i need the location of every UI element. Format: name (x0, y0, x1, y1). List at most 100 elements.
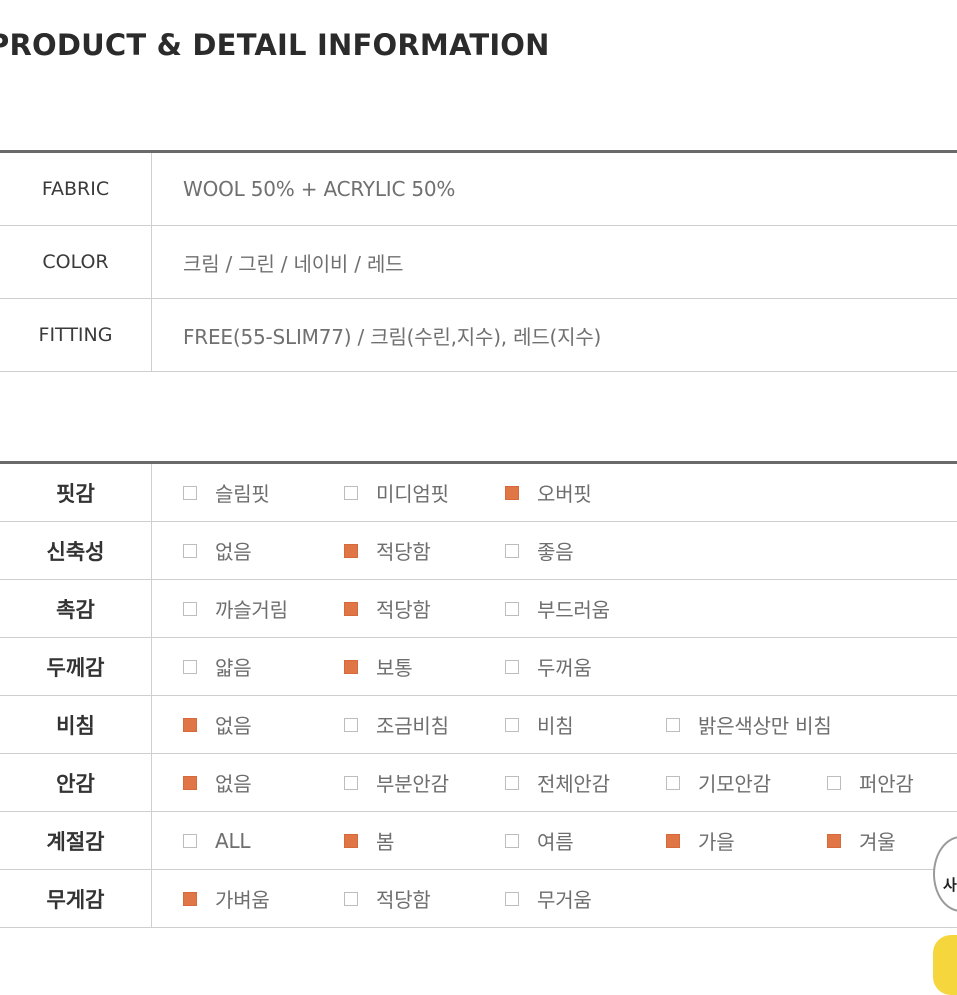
spec-option-label: 좋음 (537, 536, 573, 565)
spec-options: 없음 조금비침 비침 밝은색상만 비침 (152, 696, 957, 754)
spec-option: 가을 (666, 826, 827, 855)
spec-options: 얇음 보통 두꺼움 (152, 638, 957, 696)
spec-option-label: 부드러움 (537, 594, 610, 623)
spec-option: 슬림핏 (183, 478, 344, 507)
spec-option-label: 까슬거림 (215, 594, 288, 623)
checked-box-icon (344, 660, 358, 674)
spec-label: 촉감 (0, 580, 152, 638)
spec-option-label: 가벼움 (215, 884, 270, 913)
spec-option: 여름 (505, 826, 666, 855)
spec-option-label: 밝은색상만 비침 (698, 710, 832, 739)
spec-option-label: 기모안감 (698, 768, 771, 797)
spec-option: 없음 (183, 710, 344, 739)
spec-option: 기모안감 (666, 768, 827, 797)
floating-chat-label: 사 (943, 874, 957, 895)
info-row-color: COLOR크림 / 그린 / 네이비 / 레드 (0, 226, 957, 299)
checked-box-icon (183, 892, 197, 906)
unchecked-box-icon (183, 544, 197, 558)
spec-option: 조금비침 (344, 710, 505, 739)
unchecked-box-icon (344, 892, 358, 906)
unchecked-box-icon (666, 718, 680, 732)
spec-option-label: 미디엄핏 (376, 478, 449, 507)
unchecked-box-icon (666, 776, 680, 790)
spec-option: 두꺼움 (505, 652, 666, 681)
spec-options: 슬림핏 미디엄핏 오버핏 (152, 463, 957, 522)
unchecked-box-icon (505, 660, 519, 674)
unchecked-box-icon (183, 834, 197, 848)
spec-option-label: 봄 (376, 826, 394, 855)
spec-option-label: 두꺼움 (537, 652, 592, 681)
spec-row: 무게감가벼움적당함무거움 (0, 870, 957, 928)
info-label: COLOR (0, 226, 152, 299)
checked-box-icon (183, 776, 197, 790)
spec-label: 안감 (0, 754, 152, 812)
spec-row: 두께감 얇음 보통 두꺼움 (0, 638, 957, 696)
spec-label: 두께감 (0, 638, 152, 696)
checked-box-icon (505, 486, 519, 500)
unchecked-box-icon (505, 892, 519, 906)
spec-option: 무거움 (505, 884, 666, 913)
spec-option-label: 가을 (698, 826, 734, 855)
info-label: FABRIC (0, 152, 152, 226)
spec-option: 밝은색상만 비침 (666, 710, 827, 739)
unchecked-box-icon (827, 776, 841, 790)
spec-option: 부드러움 (505, 594, 666, 623)
spec-option-label: 적당함 (376, 884, 431, 913)
spec-option: 적당함 (344, 536, 505, 565)
spec-row: 비침 없음 조금비침 비침 밝은색상만 비침 (0, 696, 957, 754)
spec-option-label: 얇음 (215, 652, 251, 681)
detail-spec-table: 핏감슬림핏미디엄핏오버핏신축성없음적당함좋음촉감까슬거림적당함부드러움두께감얇음… (0, 461, 957, 928)
spec-label: 신축성 (0, 522, 152, 580)
spec-label: 핏감 (0, 463, 152, 522)
spec-option-label: 여름 (537, 826, 573, 855)
checked-box-icon (183, 718, 197, 732)
spec-option: 까슬거림 (183, 594, 344, 623)
spec-option: 좋음 (505, 536, 666, 565)
spec-row: 핏감 슬림핏 미디엄핏 오버핏 (0, 463, 957, 522)
spec-option-label: 슬림핏 (215, 478, 270, 507)
spec-option-label: 없음 (215, 536, 251, 565)
unchecked-box-icon (183, 486, 197, 500)
spec-option-label: 전체안감 (537, 768, 610, 797)
spec-option-label: 비침 (537, 710, 573, 739)
spec-option: 퍼안감 (827, 768, 957, 797)
spec-option: 전체안감 (505, 768, 666, 797)
page-title: PRODUCT & DETAIL INFORMATION (0, 28, 550, 62)
spec-option-label: 부분안감 (376, 768, 449, 797)
spec-option: 부분안감 (344, 768, 505, 797)
spec-option-label: 조금비침 (376, 710, 449, 739)
spec-option-label: 보통 (376, 652, 412, 681)
spec-option-label: 적당함 (376, 536, 431, 565)
spec-option: 없음 (183, 768, 344, 797)
unchecked-box-icon (505, 544, 519, 558)
spec-row: 계절감ALL봄여름가을겨울 (0, 812, 957, 870)
unchecked-box-icon (505, 718, 519, 732)
spec-option-label: 퍼안감 (859, 768, 914, 797)
checked-box-icon (344, 602, 358, 616)
spec-options: 없음 적당함 좋음 (152, 522, 957, 580)
spec-option: 적당함 (344, 884, 505, 913)
spec-option: 적당함 (344, 594, 505, 623)
spec-option-label: 없음 (215, 710, 251, 739)
spec-option-label: 없음 (215, 768, 251, 797)
unchecked-box-icon (183, 660, 197, 674)
spec-label: 비침 (0, 696, 152, 754)
spec-option: 오버핏 (505, 478, 666, 507)
unchecked-box-icon (344, 776, 358, 790)
spec-option: 보통 (344, 652, 505, 681)
checked-box-icon (344, 544, 358, 558)
floating-kakao-button[interactable] (933, 935, 957, 995)
spec-row: 촉감 까슬거림 적당함 부드러움 (0, 580, 957, 638)
info-label: FITTING (0, 299, 152, 372)
unchecked-box-icon (505, 834, 519, 848)
checked-box-icon (827, 834, 841, 848)
checked-box-icon (666, 834, 680, 848)
spec-option-label: ALL (215, 829, 250, 853)
checked-box-icon (344, 834, 358, 848)
unchecked-box-icon (183, 602, 197, 616)
info-row-fitting: FITTINGFREE(55-SLIM77) / 크림(수린,지수), 레드(지… (0, 299, 957, 372)
spec-options: 가벼움 적당함 무거움 (152, 870, 957, 928)
spec-options: ALL봄여름가을겨울 (152, 812, 957, 870)
info-row-fabric: FABRICWOOL 50% + ACRYLIC 50% (0, 152, 957, 226)
spec-option: 봄 (344, 826, 505, 855)
